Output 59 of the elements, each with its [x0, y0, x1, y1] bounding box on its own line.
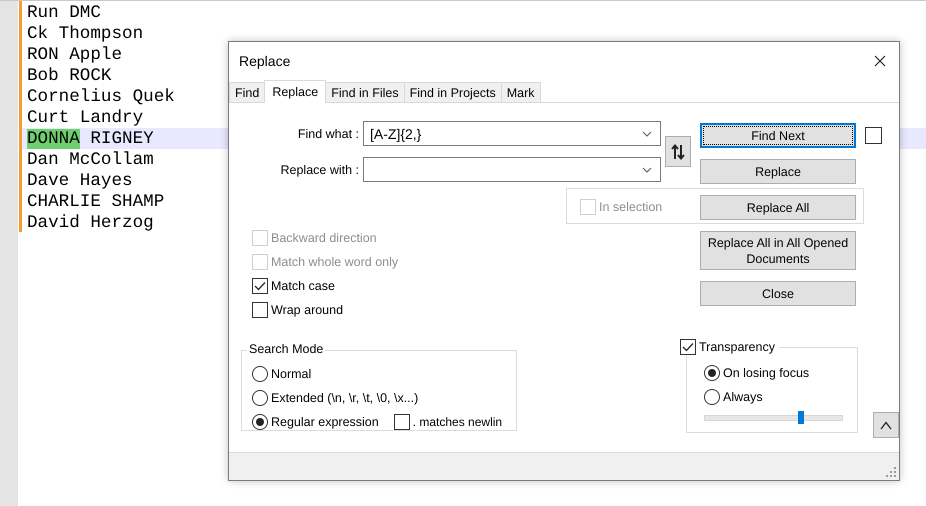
- swap-arrows-icon[interactable]: [671, 144, 685, 160]
- find-what-field[interactable]: [A-Z]{2,}: [363, 121, 661, 146]
- resize-grip-icon[interactable]: [886, 467, 896, 477]
- find-what-label: Find what :: [298, 126, 360, 140]
- dialog-button[interactable]: Replace: [700, 159, 856, 184]
- close-icon[interactable]: [874, 55, 886, 67]
- radio-label: Always: [723, 390, 763, 404]
- replace-with-field[interactable]: [363, 157, 661, 182]
- code-text: David Herzog: [27, 212, 154, 232]
- caret-icon[interactable]: [642, 166, 652, 172]
- tab[interactable]: Find in Files: [325, 82, 405, 102]
- tab[interactable]: Find in Projects: [404, 82, 502, 102]
- match-highlight: DONNA: [27, 128, 80, 148]
- slider-thumb[interactable]: [798, 411, 804, 424]
- code-text: Curt Landry: [27, 108, 144, 128]
- checkbox[interactable]: [865, 126, 882, 144]
- checkbox-label: Match case: [271, 279, 335, 293]
- tab[interactable]: Replace: [264, 80, 326, 103]
- dialog-title: Replace: [239, 53, 290, 69]
- radio-label: On losing focus: [723, 366, 810, 380]
- code-text: Dan McCollam: [27, 150, 154, 170]
- collapse-button[interactable]: [873, 412, 899, 438]
- swap-button[interactable]: [665, 136, 691, 167]
- radio-label: Extended (\n, \r, \t, \0, \x...): [271, 390, 418, 404]
- code-text: Run DMC: [27, 2, 101, 22]
- checkbox[interactable]: [394, 414, 410, 430]
- dialog-button[interactable]: Find Next: [700, 123, 856, 148]
- code-text: Bob ROCK: [27, 66, 112, 86]
- dialog-button[interactable]: Replace All: [700, 195, 856, 220]
- checkbox-label: Wrap around: [271, 303, 344, 317]
- checkbox-label: Backward direction: [271, 231, 377, 245]
- radio-label: Normal: [271, 366, 312, 380]
- code-text: CHARLIE SHAMP: [27, 192, 164, 212]
- radio-label: Regular expression: [271, 414, 379, 428]
- radio-button[interactable]: [252, 366, 268, 382]
- code-text: RIGNEY: [89, 128, 154, 148]
- group-title: Search Mode: [247, 342, 326, 356]
- checkbox-label: Transparency: [699, 340, 775, 354]
- code-text: Cornelius Quek: [27, 86, 175, 106]
- code-text: Dave Hayes: [27, 170, 133, 190]
- checkbox-label: In selection: [599, 200, 662, 214]
- caret-icon[interactable]: [642, 130, 652, 136]
- checkbox[interactable]: [252, 278, 268, 294]
- replace-with-label: Replace with :: [280, 162, 360, 176]
- tab[interactable]: Find: [229, 82, 266, 102]
- radio-button[interactable]: [704, 388, 720, 404]
- dialog-button[interactable]: Close: [700, 281, 856, 306]
- radio-button[interactable]: [252, 390, 268, 406]
- checkbox-label: . matches newlin: [412, 414, 502, 428]
- code-text: RON Apple: [27, 44, 122, 64]
- checkbox-label: Match whole word only: [271, 255, 398, 269]
- checkbox[interactable]: [680, 339, 696, 355]
- radio-button[interactable]: [704, 364, 720, 380]
- dialog-button[interactable]: Replace All in All Opened Documents: [700, 231, 856, 270]
- radio-button[interactable]: [252, 414, 268, 430]
- checkbox[interactable]: [252, 302, 268, 318]
- tab[interactable]: Mark: [500, 82, 541, 102]
- code-text: Ck Thompson: [27, 24, 144, 44]
- chevron-up-icon[interactable]: [880, 420, 892, 430]
